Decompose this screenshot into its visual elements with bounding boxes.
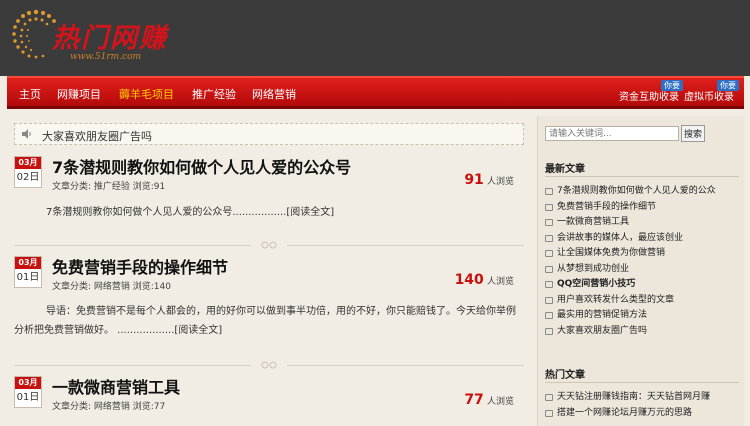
post-views: 77 人浏览: [464, 392, 514, 408]
nav-right-crypto[interactable]: 虚拟币收录 你要: [684, 80, 739, 103]
post-month: 03月: [15, 157, 41, 169]
list-item[interactable]: 会讲故事的媒体人，最应该创业: [545, 231, 741, 247]
article-icon: [545, 409, 553, 417]
post-meta: 文章分类: 推广经验 浏览:91: [52, 182, 166, 192]
post-views: 91 人浏览: [464, 172, 514, 188]
post-title[interactable]: 7条潜规则教你如何做个人见人爱的公众号: [52, 154, 351, 178]
post-views-unit: 人浏览: [486, 177, 514, 187]
nav-item-promotion[interactable]: 推广经验: [192, 86, 236, 102]
post-views-count: 140: [454, 272, 484, 288]
post-views-count: 91: [464, 172, 484, 188]
nav-item-wool[interactable]: 薅羊毛项目: [119, 86, 174, 102]
article-icon: [545, 394, 553, 401]
latest-articles-title: 最新文章: [545, 164, 585, 175]
sidebar-divider: [545, 382, 739, 383]
list-item[interactable]: 搭建一个网赚论坛月赚万元的思路: [545, 406, 741, 422]
post-date: 03月 01日: [14, 376, 42, 408]
latest-articles-list: 7条潜规则教你如何做个人见人爱的公众 免费营销手段的操作细节 一款微商营销工具 …: [545, 184, 741, 339]
post-date: 03月 02日: [14, 156, 42, 188]
logo-text: 热门网赚: [52, 23, 168, 54]
article-icon: [545, 312, 553, 319]
article-icon: [545, 234, 553, 242]
main-nav: 主页 网赚项目 薅羊毛项目 推广经验 网络营销 资金互助收录 你要 虚拟币收录 …: [7, 76, 744, 109]
divider-ornament-icon: [261, 361, 277, 369]
sidebar-divider: [545, 176, 739, 177]
post-day: 01日: [16, 392, 40, 403]
search-input[interactable]: [545, 126, 679, 141]
post-excerpt[interactable]: 7条潜规则教你如何做个人见人爱的公众号.................[阅读全…: [46, 203, 516, 222]
article-icon: [545, 265, 553, 273]
post-date: 03月 01日: [14, 256, 42, 288]
list-item[interactable]: 让全国媒体免费为你做营销: [545, 246, 741, 262]
list-item[interactable]: QQ空间营销小技巧: [545, 277, 741, 293]
list-item[interactable]: 7条潜规则教你如何做个人见人爱的公众: [545, 184, 741, 200]
hot-articles-list: 天天钻注册赚钱指南：天天钻首网月赚 搭建一个网赚论坛月赚万元的思路: [545, 390, 741, 421]
speaker-icon: [22, 129, 31, 139]
post-day: 02日: [16, 172, 40, 183]
nav-right-fund[interactable]: 资金互助收录 你要: [619, 80, 683, 103]
post-views-count: 77: [464, 392, 484, 408]
list-item[interactable]: 大家喜欢朋友圈广告吗: [545, 324, 741, 340]
site-header: 热门网赚 www.51rm.com: [0, 0, 750, 76]
post-month: 03月: [15, 377, 41, 389]
list-item[interactable]: 一款微商营销工具: [545, 215, 741, 231]
nav-right-fund-tag: 你要: [661, 80, 683, 91]
post-views-unit: 人浏览: [486, 277, 514, 287]
nav-right-crypto-tag: 你要: [717, 80, 739, 91]
hot-articles-title: 热门文章: [545, 370, 585, 381]
article-icon: [545, 296, 553, 304]
nav-right-crypto-label: 虚拟币收录: [684, 92, 734, 103]
nav-item-marketing[interactable]: 网络营销: [252, 86, 296, 102]
post-divider: [14, 360, 524, 370]
post-title[interactable]: 一款微商营销工具: [52, 374, 180, 398]
post-divider: [14, 240, 524, 250]
nav-item-projects[interactable]: 网赚项目: [57, 86, 101, 102]
post-meta: 文章分类: 网络营销 浏览:140: [52, 282, 171, 292]
notice-text: 大家喜欢朋友圈广告吗: [42, 130, 152, 143]
nav-right-fund-label: 资金互助收录: [619, 92, 679, 103]
logo-url: www.51rm.com: [70, 52, 142, 62]
post-views: 140 人浏览: [455, 272, 514, 288]
list-item[interactable]: 用户喜欢转发什么类型的文章: [545, 293, 741, 309]
search-button[interactable]: 搜索: [681, 125, 705, 142]
site-logo[interactable]: 热门网赚 www.51rm.com: [10, 8, 180, 68]
post-day: 01日: [16, 272, 40, 283]
nav-item-home[interactable]: 主页: [19, 86, 41, 102]
sidebar: 搜索 最新文章 7条潜规则教你如何做个人见人爱的公众 免费营销手段的操作细节 一…: [537, 116, 744, 426]
article-icon: [545, 188, 553, 195]
post-excerpt[interactable]: 导语：免费营销不是每个人都会的，用的好你可以做到事半功倍，用的不好，你只能赔钱了…: [14, 302, 522, 340]
article-icon: [545, 327, 553, 335]
notice-bar[interactable]: 大家喜欢朋友圈广告吗: [14, 123, 524, 145]
article-icon: [545, 203, 553, 211]
article-icon: [545, 250, 553, 257]
list-item[interactable]: 最实用的营销促销方法: [545, 308, 741, 324]
list-item[interactable]: 天天钻注册赚钱指南：天天钻首网月赚: [545, 390, 741, 406]
list-item[interactable]: 免费营销手段的操作细节: [545, 200, 741, 216]
post-month: 03月: [15, 257, 41, 269]
article-icon: [545, 219, 553, 226]
post-views-unit: 人浏览: [486, 397, 514, 407]
article-icon: [545, 281, 553, 288]
post-meta: 文章分类: 网络营销 浏览:77: [52, 402, 166, 412]
list-item[interactable]: 从梦想到成功创业: [545, 262, 741, 278]
post-title[interactable]: 免费营销手段的操作细节: [52, 254, 228, 278]
divider-ornament-icon: [261, 241, 277, 249]
